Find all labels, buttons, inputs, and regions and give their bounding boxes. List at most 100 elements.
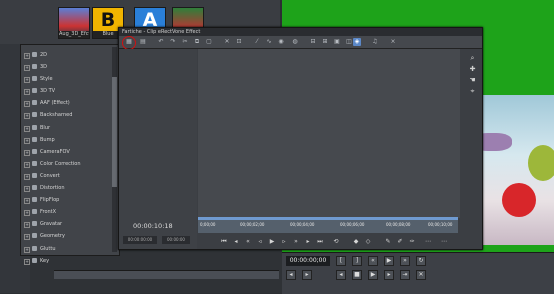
expand-icon[interactable]: + (24, 77, 30, 84)
in-point-field[interactable]: 00:00:00:00 (123, 236, 157, 244)
expand-icon[interactable]: + (24, 149, 30, 156)
effect-folder-item[interactable]: + CameraFOV (21, 146, 111, 158)
effect-folder-item[interactable]: + Convert (21, 170, 111, 182)
effect-folder-item[interactable]: + Blur (21, 122, 111, 134)
step-forward-icon[interactable]: ▹ (280, 238, 288, 246)
expand-icon[interactable]: + (24, 258, 30, 265)
effect-folder-item[interactable]: + Style (21, 73, 111, 85)
effect-folder-item[interactable]: + Backsharned (21, 109, 111, 121)
zoom-icon[interactable]: ⌕ (468, 54, 477, 63)
redo-icon[interactable]: ↷ (169, 38, 177, 46)
move-icon[interactable]: ✚ (468, 65, 477, 74)
next-frame-icon[interactable]: ▸ (384, 270, 394, 280)
go-end-icon[interactable]: ⏭ (316, 238, 324, 246)
stop-icon[interactable]: ■ (352, 270, 362, 280)
effect-folder-item[interactable]: +3D TV (21, 85, 111, 97)
keyframe-tool-icon[interactable]: ✑ (408, 238, 416, 246)
effect-folder-item[interactable]: + FlipFlop (21, 194, 111, 206)
camera-icon[interactable]: ◍ (291, 38, 299, 46)
dialog-title-bar[interactable]: Fartiche - Clip eRectVone Effect (119, 28, 482, 36)
play-icon[interactable]: ▶ (384, 256, 394, 266)
expand-icon[interactable]: + (24, 210, 30, 217)
keyframe-tool-icon[interactable]: ✐ (396, 238, 404, 246)
play-icon[interactable]: ▶ (268, 238, 276, 246)
delete-icon[interactable]: ✕ (223, 38, 231, 46)
expand-icon[interactable]: + (24, 222, 30, 229)
rewind-icon[interactable]: « (244, 238, 252, 246)
expand-icon[interactable]: + (24, 65, 30, 72)
effect-folder-item[interactable]: + FrontX (21, 206, 111, 218)
effect-folder-item[interactable]: + Gluttu (21, 243, 111, 255)
lock-icon[interactable]: ⊡ (235, 38, 243, 46)
marker-icon[interactable]: ⌖ (468, 87, 477, 96)
expand-icon[interactable]: + (24, 137, 30, 144)
forward-icon[interactable]: » (400, 256, 410, 266)
keyframe-timeline-area[interactable] (198, 49, 460, 218)
expand-icon[interactable]: + (24, 101, 30, 108)
save-icon[interactable]: ▤ (139, 38, 147, 46)
next-keyframe-icon[interactable]: ▸ (304, 238, 312, 246)
expand-icon[interactable]: + (24, 89, 30, 96)
step-forward-icon[interactable]: ▸ (302, 270, 312, 280)
tool-icon[interactable]: ⊞ (321, 38, 329, 46)
expand-icon[interactable]: + (24, 246, 30, 253)
more-icon[interactable]: ⋯ (440, 238, 448, 246)
step-back-icon[interactable]: ◃ (256, 238, 264, 246)
expand-icon[interactable]: + (24, 125, 30, 132)
active-view-icon[interactable]: ◈ (353, 38, 361, 46)
export-icon[interactable]: ⇥ (400, 270, 410, 280)
expand-icon[interactable]: + (24, 186, 30, 193)
expand-icon[interactable]: + (24, 113, 30, 120)
audio-icon[interactable]: ♫ (371, 38, 379, 46)
crop-icon[interactable]: ⊟ (309, 38, 317, 46)
clip-thumbnail[interactable]: Aug_3D_Efct... (58, 7, 90, 39)
effect-folder-item[interactable]: + Key (21, 255, 111, 267)
expand-icon[interactable]: + (24, 53, 30, 59)
step-back-icon[interactable]: ◂ (286, 270, 296, 280)
effect-folder-item[interactable]: +2D (21, 49, 111, 61)
undo-icon[interactable]: ↶ (157, 38, 165, 46)
expand-icon[interactable]: + (24, 198, 30, 205)
shuttle-icon[interactable]: ◂ (336, 270, 346, 280)
expand-icon[interactable]: + (24, 234, 30, 241)
line-icon[interactable]: ⁄ (253, 38, 261, 46)
expand-icon[interactable]: + (24, 173, 30, 180)
effect-folder-item[interactable]: + Gravatar (21, 218, 111, 230)
hand-icon[interactable]: ☚ (468, 76, 477, 85)
shape-icon[interactable]: ◉ (277, 38, 285, 46)
time-ruler[interactable]: 0;00;00 00;00;02;00 00;00;04;00 00;00;06… (198, 217, 458, 233)
curve-icon[interactable]: ∿ (265, 38, 273, 46)
mark-in-icon[interactable]: [ (336, 256, 346, 266)
effects-scrollbar[interactable] (112, 47, 117, 252)
effect-folder-item[interactable]: + AAF (Effect) (21, 97, 111, 109)
add-keyframe-icon[interactable]: ◆ (352, 238, 360, 246)
copy-icon[interactable]: ⧉ (193, 38, 201, 46)
remove-keyframe-icon[interactable]: ◇ (364, 238, 372, 246)
paste-icon[interactable]: ▢ (205, 38, 213, 46)
effect-folder-item[interactable]: +3D (21, 61, 111, 73)
cut-icon[interactable]: ✂ (181, 38, 189, 46)
close-icon[interactable]: ⨯ (389, 38, 397, 46)
effect-folder-item[interactable]: + Bump (21, 134, 111, 146)
expand-icon[interactable]: + (24, 161, 30, 168)
more-icon[interactable]: ⋯ (424, 238, 432, 246)
forward-icon[interactable]: » (292, 238, 300, 246)
mark-out-icon[interactable]: ] (352, 256, 362, 266)
tool-icon[interactable]: ▣ (333, 38, 341, 46)
effect-folder-item[interactable]: + Geometry (21, 230, 111, 242)
prev-keyframe-icon[interactable]: ◂ (232, 238, 240, 246)
out-point-field[interactable]: 00:00:00 (162, 236, 190, 244)
loop-icon[interactable]: ↻ (416, 256, 426, 266)
rewind-icon[interactable]: « (368, 256, 378, 266)
keyframe-tool-icon[interactable]: ✎ (384, 238, 392, 246)
play-icon[interactable]: ▶ (368, 270, 378, 280)
effect-folder-item[interactable]: + Distortion (21, 182, 111, 194)
tool-icon[interactable]: ◫ (345, 38, 353, 46)
effect-folder-item[interactable]: + Color Correction (21, 158, 111, 170)
scrollbar-thumb[interactable] (112, 77, 117, 187)
close-icon[interactable]: ✕ (416, 270, 426, 280)
go-start-icon[interactable]: ⏮ (220, 238, 228, 246)
loop-icon[interactable]: ⟲ (332, 238, 340, 246)
effect-label: Convert (40, 172, 60, 179)
timeline-track[interactable] (54, 270, 279, 279)
